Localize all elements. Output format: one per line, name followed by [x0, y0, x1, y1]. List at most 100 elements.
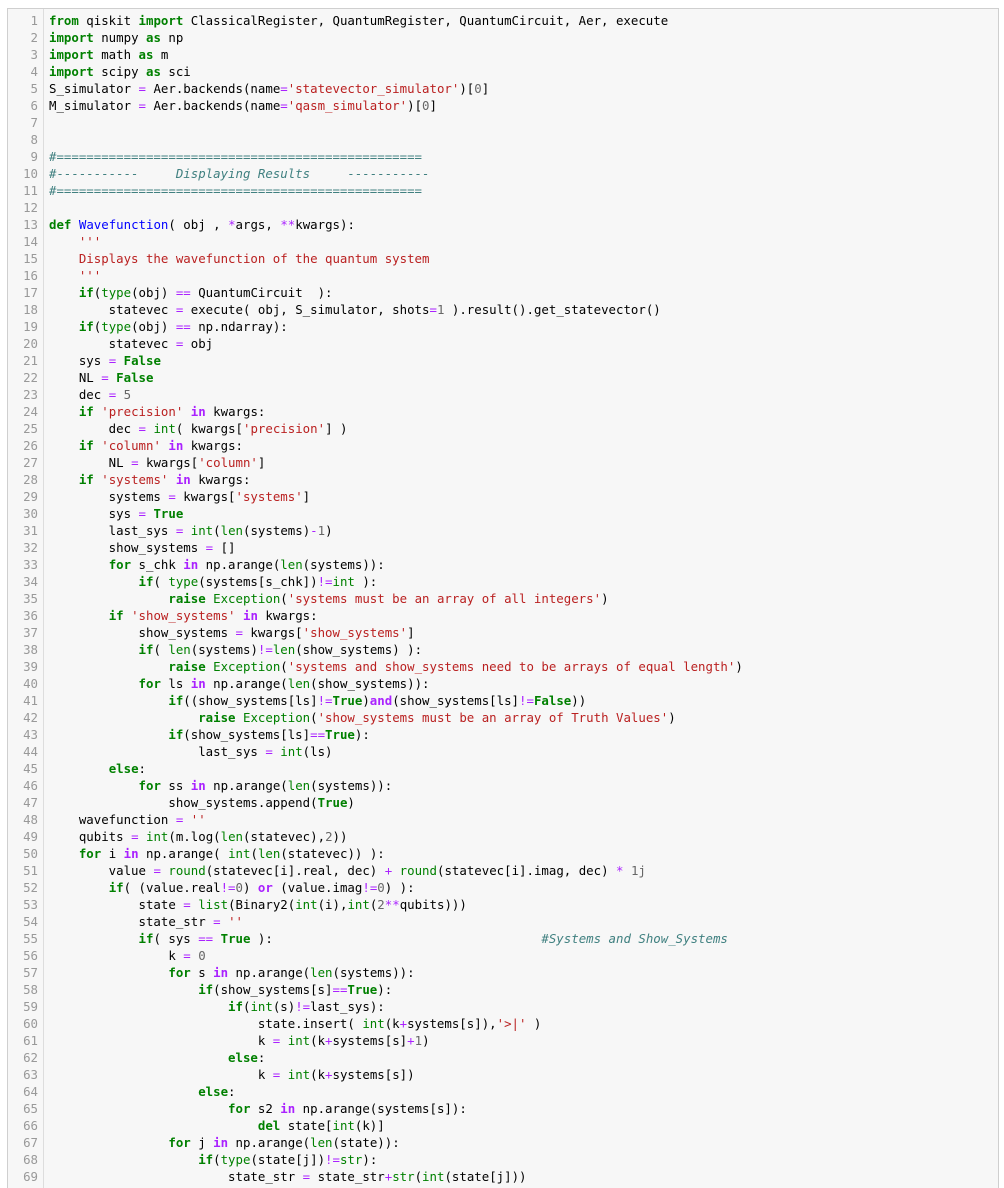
code-token: or [257, 880, 273, 895]
code-token: 0 [422, 98, 430, 113]
code-token: last_sys [49, 744, 266, 759]
code-token: 'column' [198, 455, 258, 470]
code-token: len [280, 557, 303, 572]
code-token: != [317, 693, 333, 708]
code-token: np.arange( [205, 676, 288, 691]
code-token: np.arange(systems[s]): [295, 1101, 467, 1116]
code-token: True [347, 982, 378, 997]
code-token: np.arange( [138, 846, 229, 861]
code-token: ((show_systems[ls] [183, 693, 318, 708]
code-line: 16 ''' [8, 267, 998, 284]
code-token: in [123, 846, 139, 861]
code-editor[interactable]: 1 from qiskit import ClassicalRegister, Q… [7, 8, 999, 1188]
code-token: sys [49, 506, 139, 521]
code-token: int [332, 574, 355, 589]
code-token: 2 [325, 829, 333, 844]
code-token: ( sys [153, 931, 199, 946]
code-token: qubits [49, 829, 132, 844]
line-number: 63 [23, 1067, 38, 1082]
code-line: 47 show_systems.append(True) [8, 794, 998, 811]
code-line: 13 def Wavefunction( obj , *args, **kwarg… [8, 216, 998, 233]
code-token: (state[j])) [444, 1169, 527, 1184]
code-line: 9 #======================================… [8, 148, 998, 165]
code-token: '' [190, 812, 206, 827]
line-number: 50 [23, 846, 38, 861]
line-source: if 'systems' in kwargs: [49, 471, 251, 488]
code-token: ): [354, 574, 378, 589]
code-line: 51 value = round(statevec[i].real, dec) … [8, 862, 998, 879]
code-line: 12 [8, 199, 998, 216]
code-line: 68 if(type(state[j])!=str): [8, 1151, 998, 1168]
code-line: 26 if 'column' in kwargs: [8, 437, 998, 454]
code-token: kwargs: [183, 438, 243, 453]
code-line: 48 wavefunction = '' [8, 811, 998, 828]
code-token: in [175, 472, 191, 487]
code-token: = [235, 625, 243, 640]
code-token: = [131, 829, 139, 844]
code-token: execute( obj, S_simulator, shots [183, 302, 430, 317]
code-token: import [49, 30, 94, 45]
code-token: systems [49, 489, 169, 504]
code-token: (value.imag [272, 880, 363, 895]
code-token: (k [310, 1033, 326, 1048]
line-source: else: [49, 760, 146, 777]
code-token: if [138, 574, 154, 589]
code-token: : [228, 1084, 236, 1099]
code-line: 27 NL = kwargs['column'] [8, 454, 998, 471]
code-token: ( obj , [168, 217, 229, 232]
code-token: len [310, 965, 333, 980]
code-token: ClassicalRegister, QuantumRegister, Quan… [183, 13, 669, 28]
code-token: kwargs[ [138, 455, 199, 470]
code-token: systems[s] [332, 1033, 408, 1048]
code-line: 52 if( (value.real!=0) or (value.imag!=0… [8, 879, 998, 896]
code-token: ) ): [384, 880, 415, 895]
code-token: 'precision' [101, 404, 184, 419]
line-source: show_systems.append(True) [49, 794, 355, 811]
line-source: ''' [49, 233, 101, 250]
code-token: list [198, 897, 229, 912]
code-token: (ls) [302, 744, 333, 759]
code-token: 'show_systems' [131, 608, 236, 623]
code-token: = [213, 914, 221, 929]
code-token: systems[s]), [407, 1016, 497, 1031]
code-token: (show_systems) ): [295, 642, 423, 657]
line-source: if( sys == True ): #Systems and Show_Sys… [49, 930, 728, 947]
code-token: ** [384, 897, 400, 912]
code-token: 'show_systems must be an array of Truth … [317, 710, 669, 725]
code-token: + [325, 1067, 333, 1082]
code-token: 0 [377, 880, 385, 895]
code-token: (Binary2( [228, 897, 296, 912]
code-token: del [257, 1118, 281, 1133]
code-token: False [123, 353, 161, 368]
code-token: dec [49, 421, 139, 436]
line-source: NL = False [49, 369, 154, 386]
code-line: 4 import scipy as sci [8, 63, 998, 80]
code-token: else [108, 761, 139, 776]
line-source: statevec = execute( obj, S_simulator, sh… [49, 301, 661, 318]
code-token: NL [49, 370, 102, 385]
code-token: S_simulator [49, 81, 139, 96]
code-token: np [160, 30, 184, 45]
code-token: kwargs): [295, 217, 355, 232]
code-token: = [183, 897, 191, 912]
line-number: 19 [23, 319, 38, 334]
line-source: for s_chk in np.arange(len(systems)): [49, 556, 385, 573]
code-token: obj [183, 336, 214, 351]
code-token: 'systems' [101, 472, 169, 487]
code-token: qiskit [78, 13, 139, 28]
code-token: str [392, 1169, 415, 1184]
code-token: ) [526, 1016, 542, 1031]
line-number: 15 [23, 251, 38, 266]
code-token: Wavefunction [78, 217, 169, 232]
code-token: ) [422, 1033, 430, 1048]
code-token: (k [310, 1067, 326, 1082]
line-number: 10 [23, 166, 38, 181]
code-token: if [168, 693, 184, 708]
code-token: s2 [250, 1101, 281, 1116]
